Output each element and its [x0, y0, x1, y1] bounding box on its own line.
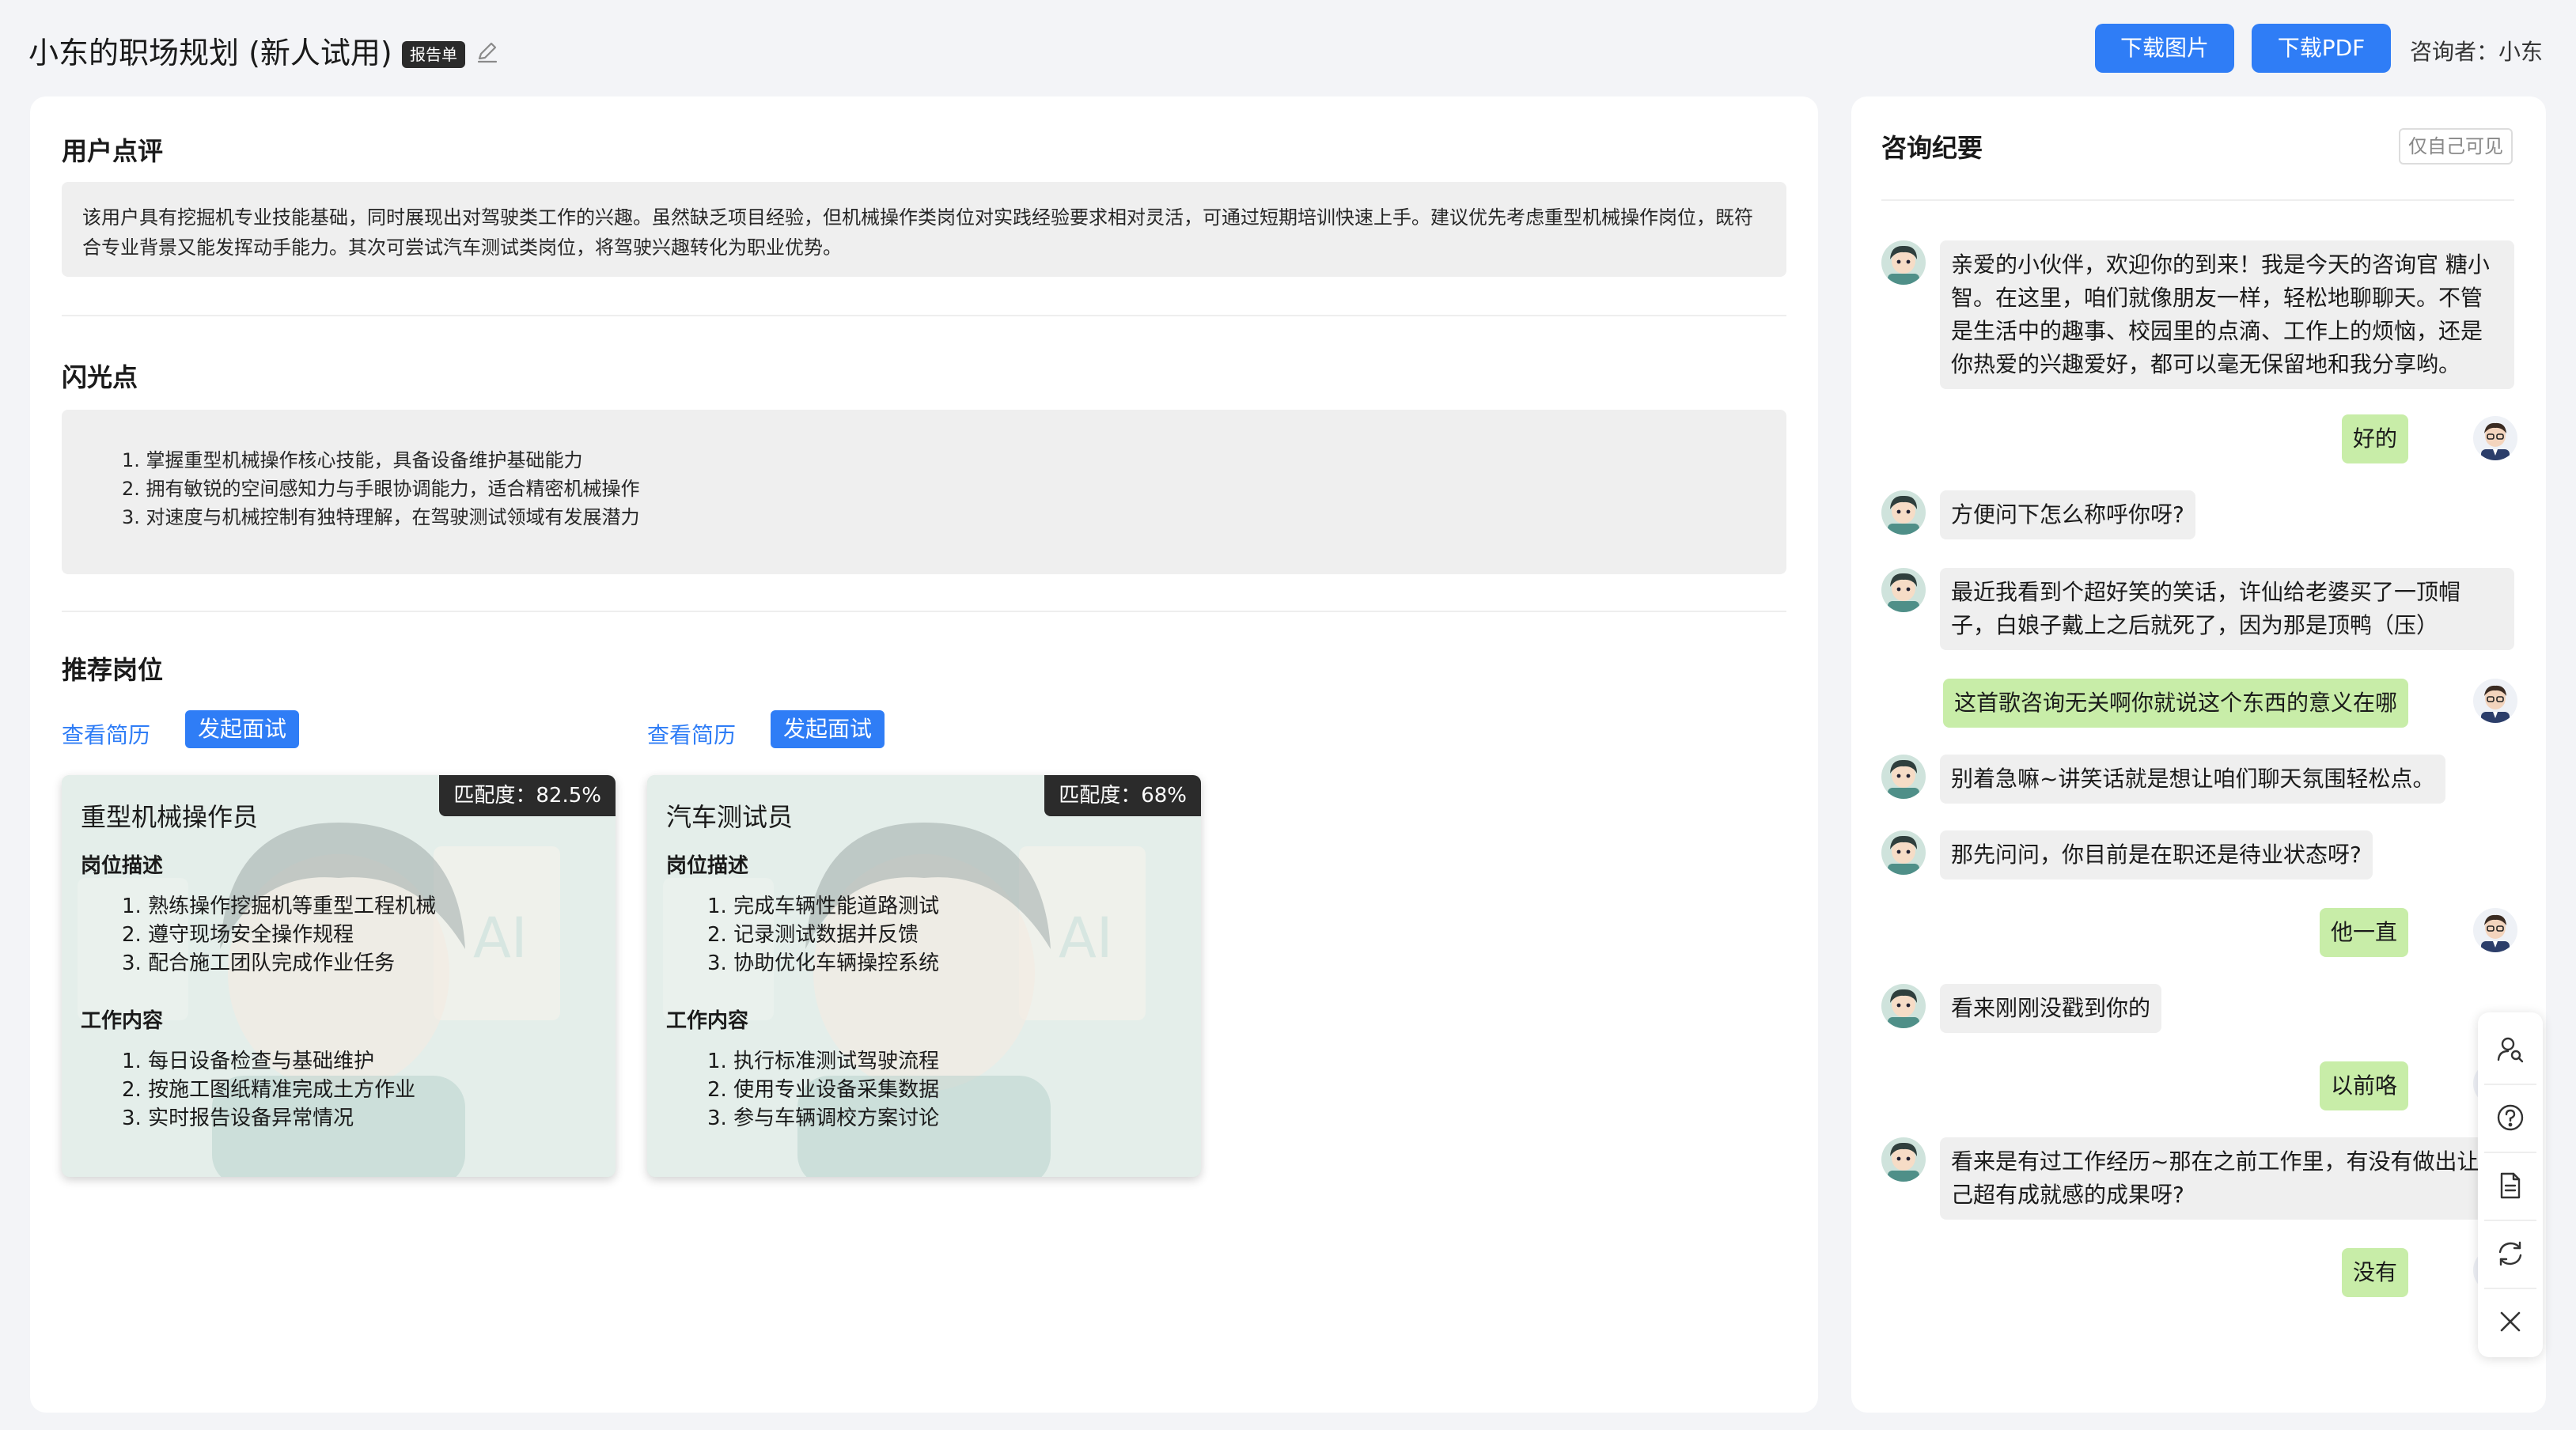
- list-item: 3. 配合施工团队完成作业任务: [122, 951, 396, 975]
- job-card[interactable]: AI 匹配度：82.5% 重型机械操作员 岗位描述 1. 熟练操作挖掘机等重型工…: [62, 775, 616, 1177]
- view-resume-link[interactable]: 查看简历: [647, 718, 736, 750]
- list-item: 3. 参与车辆调校方案讨论: [707, 1107, 940, 1130]
- bot-avatar: [1881, 1137, 1926, 1182]
- list-item: 1. 熟练操作挖掘机等重型工程机械: [122, 895, 437, 918]
- job-card-content: 匹配度：68% 汽车测试员 岗位描述 1. 完成车辆性能道路测试 2. 记录测试…: [647, 775, 1201, 1177]
- review-title: 用户点评: [62, 136, 164, 166]
- chat-message-bot: 方便问下怎么称呼你呀?: [1940, 490, 2195, 539]
- report-badge: 报告单: [402, 41, 465, 68]
- list-item: 2. 遵守现场安全操作规程: [122, 923, 354, 947]
- list-item: 2. 记录测试数据并反馈: [707, 923, 919, 947]
- chat-message-user: 这首歌咨询无关啊你就说这个东西的意义在哪: [1942, 679, 2408, 728]
- chat-message-bot: 别着急嘛~讲笑话就是想让咱们聊天氛围轻松点。: [1940, 755, 2446, 804]
- chat-message-bot: 亲爱的小伙伴，欢迎你的到来！我是今天的咨询官 糖小智。在这里，咱们就像朋友一样，…: [1940, 240, 2514, 389]
- jobs-title: 推荐岗位: [62, 655, 164, 685]
- match-badge: 匹配度：68%: [1044, 775, 1201, 816]
- chat-message-bot: 那先问问，你目前是在职还是待业状态呀?: [1940, 830, 2373, 880]
- chat-panel: 咨询纪要 仅自己可见 亲爱的小伙伴，欢迎你的到来！我是今天的咨询官 糖小智。在这…: [1851, 96, 2546, 1413]
- consultant-label: 咨询者：小东: [2410, 39, 2544, 65]
- job-card-content: 匹配度：82.5% 重型机械操作员 岗位描述 1. 熟练操作挖掘机等重型工程机械…: [62, 775, 616, 1177]
- list-item: 3. 实时报告设备异常情况: [122, 1107, 354, 1130]
- private-tag: 仅自己可见: [2399, 128, 2513, 165]
- job-desc-list: 1. 完成车辆性能道路测试 2. 记录测试数据并反馈 3. 协助优化车辆操控系统: [707, 892, 939, 978]
- chat-message-user: 他一直: [2319, 908, 2408, 957]
- list-item: 2. 拥有敏锐的空间感知力与手眼协调能力，适合精密机械操作: [122, 478, 640, 500]
- user-avatar: [2473, 908, 2517, 952]
- bot-avatar: [1881, 240, 1926, 285]
- job-desc-label: 岗位描述: [666, 854, 749, 878]
- list-item: 2. 按施工图纸精准完成土方作业: [122, 1078, 416, 1102]
- list-item: 3. 协助优化车辆操控系统: [707, 951, 940, 975]
- refresh-icon[interactable]: [2478, 1221, 2543, 1286]
- start-interview-button[interactable]: 发起面试: [771, 710, 885, 748]
- match-badge: 匹配度：82.5%: [439, 775, 616, 816]
- start-interview-button[interactable]: 发起面试: [185, 710, 299, 748]
- job-card[interactable]: AI 匹配度：68% 汽车测试员 岗位描述 1. 完成车辆性能道路测试 2. 记…: [647, 775, 1201, 1177]
- highlights-box: 1. 掌握重型机械操作核心技能，具备设备维护基础能力 2. 拥有敏锐的空间感知力…: [62, 410, 1786, 574]
- user-avatar: [2473, 416, 2517, 460]
- list-item: 1. 执行标准测试驾驶流程: [707, 1050, 940, 1073]
- job-desc-label: 岗位描述: [81, 854, 164, 878]
- chat-message-user: 以前咯: [2319, 1061, 2408, 1110]
- highlights-list: 1. 掌握重型机械操作核心技能，具备设备维护基础能力 2. 拥有敏锐的空间感知力…: [122, 446, 1786, 532]
- chat-divider: [1881, 199, 2514, 201]
- report-panel: 用户点评 该用户具有挖掘机专业技能基础，同时展现出对驾驶类工作的兴趣。虽然缺乏项…: [30, 96, 1818, 1413]
- section-divider: [62, 611, 1786, 612]
- list-item: 1. 每日设备检查与基础维护: [122, 1050, 375, 1073]
- document-icon[interactable]: [2478, 1153, 2543, 1218]
- user-avatar: [2473, 679, 2517, 723]
- chat-message-user: 好的: [2341, 414, 2408, 463]
- bot-avatar: [1881, 984, 1926, 1028]
- chat-message-bot: 看来刚刚没戳到你的: [1940, 984, 2162, 1033]
- job-title: 重型机械操作员: [81, 802, 259, 832]
- chat-message-user: 没有: [2341, 1248, 2408, 1297]
- chat-title: 咨询纪要: [1881, 133, 1983, 163]
- page-title: 小东的职场规划 (新人试用): [28, 36, 392, 70]
- job-work-list: 1. 每日设备检查与基础维护 2. 按施工图纸精准完成土方作业 3. 实时报告设…: [122, 1047, 415, 1133]
- job-work-list: 1. 执行标准测试驾驶流程 2. 使用专业设备采集数据 3. 参与车辆调校方案讨…: [707, 1047, 939, 1133]
- user-search-icon[interactable]: [2478, 1017, 2543, 1082]
- bot-avatar: [1881, 830, 1926, 875]
- bot-avatar: [1881, 490, 1926, 535]
- download-pdf-button[interactable]: 下载PDF: [2252, 24, 2391, 73]
- bot-avatar: [1881, 755, 1926, 799]
- list-item: 1. 掌握重型机械操作核心技能，具备设备维护基础能力: [122, 449, 583, 471]
- view-resume-link[interactable]: 查看简历: [62, 718, 150, 750]
- page-header: 小东的职场规划 (新人试用) 报告单 下载图片 下载PDF 咨询者：小东: [0, 0, 2576, 96]
- job-desc-list: 1. 熟练操作挖掘机等重型工程机械 2. 遵守现场安全操作规程 3. 配合施工团…: [122, 892, 436, 978]
- help-icon[interactable]: [2478, 1085, 2543, 1150]
- edit-icon[interactable]: [475, 40, 500, 65]
- list-item: 3. 对速度与机械控制有独特理解，在驾驶测试领域有发展潜力: [122, 506, 640, 528]
- section-divider: [62, 315, 1786, 316]
- job-work-label: 工作内容: [81, 1009, 164, 1033]
- close-icon[interactable]: [2478, 1289, 2543, 1354]
- review-text: 该用户具有挖掘机专业技能基础，同时展现出对驾驶类工作的兴趣。虽然缺乏项目经验，但…: [62, 182, 1786, 277]
- list-item: 1. 完成车辆性能道路测试: [707, 895, 940, 918]
- download-image-button[interactable]: 下载图片: [2095, 24, 2234, 73]
- list-item: 2. 使用专业设备采集数据: [707, 1078, 940, 1102]
- job-title: 汽车测试员: [666, 802, 794, 832]
- side-toolbar: [2478, 1012, 2543, 1357]
- chat-message-bot: 看来是有过工作经历~那在之前工作里，有没有做出让自己超有成就感的成果呀?: [1940, 1137, 2514, 1220]
- bot-avatar: [1881, 568, 1926, 612]
- highlights-title: 闪光点: [62, 362, 138, 392]
- chat-message-bot: 最近我看到个超好笑的笑话，许仙给老婆买了一顶帽子，白娘子戴上之后就死了，因为那是…: [1940, 568, 2514, 650]
- job-work-label: 工作内容: [666, 1009, 749, 1033]
